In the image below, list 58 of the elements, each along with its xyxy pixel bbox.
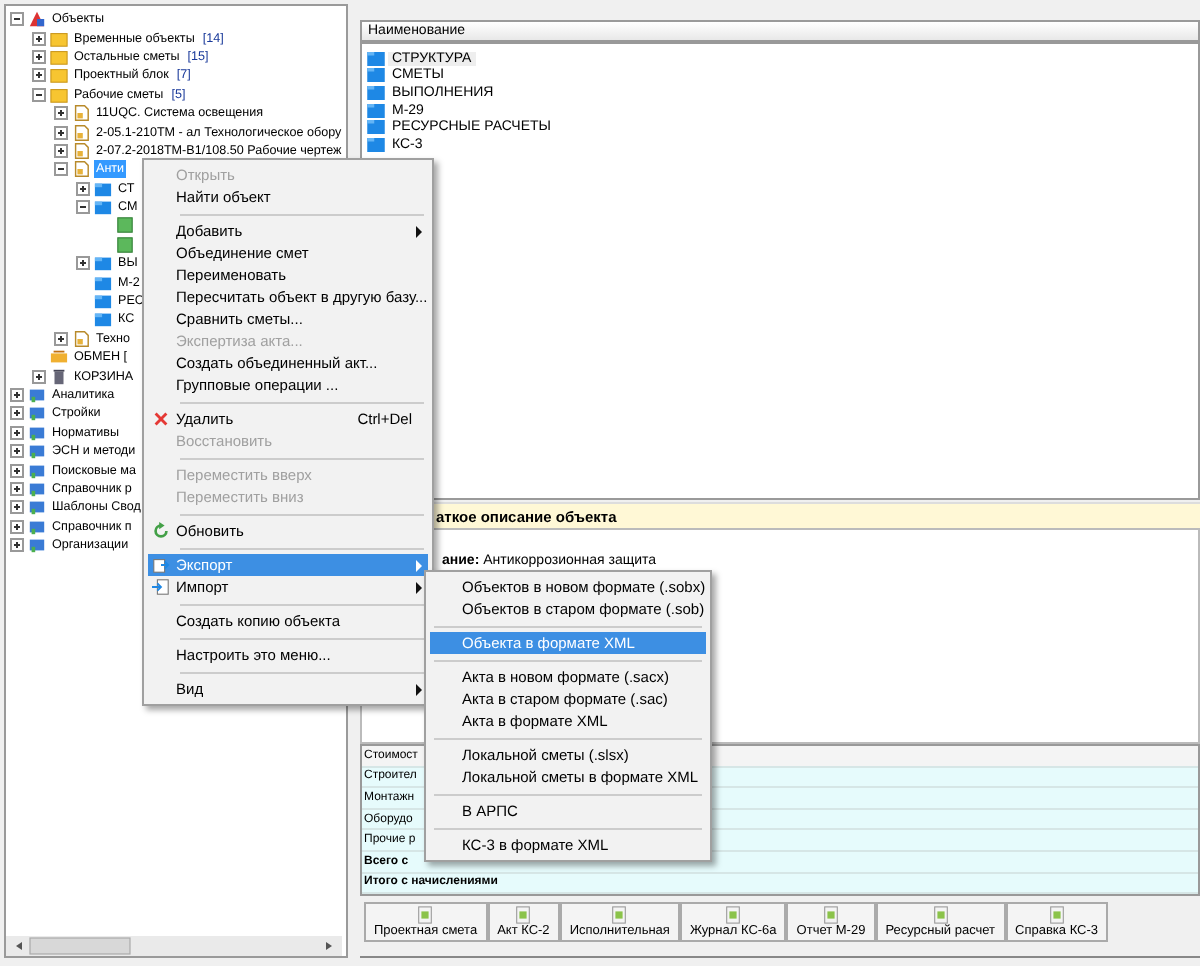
expander-icon[interactable] xyxy=(10,444,24,459)
document-icon xyxy=(72,123,90,142)
expander-icon[interactable] xyxy=(10,425,24,440)
expander-icon[interactable] xyxy=(32,369,46,384)
category-icon xyxy=(28,442,46,461)
document-icon xyxy=(610,906,629,925)
document-icon xyxy=(416,906,435,925)
expander-icon[interactable] xyxy=(76,200,90,215)
expander-icon[interactable] xyxy=(10,388,24,402)
expander-icon[interactable] xyxy=(10,463,24,478)
expander-icon[interactable] xyxy=(54,106,68,121)
close-icon xyxy=(152,410,170,428)
document-icon xyxy=(514,906,533,925)
category-icon xyxy=(28,536,46,555)
folder-icon xyxy=(94,310,112,329)
expander-icon[interactable] xyxy=(10,538,24,553)
folder-icon xyxy=(94,198,112,217)
expander-icon[interactable] xyxy=(54,162,68,177)
expander-icon[interactable] xyxy=(32,68,46,83)
expander-icon[interactable] xyxy=(54,143,68,158)
document-icon xyxy=(724,906,743,925)
expander-icon[interactable] xyxy=(10,481,24,496)
expander-icon[interactable] xyxy=(10,500,24,515)
import-icon xyxy=(152,578,170,596)
document-icon xyxy=(72,329,90,348)
folder-icon xyxy=(94,179,112,198)
expander-icon[interactable] xyxy=(54,125,68,140)
folder-icon xyxy=(94,273,112,292)
expander-icon[interactable] xyxy=(10,12,24,27)
trash-icon xyxy=(50,367,68,386)
export-icon xyxy=(152,556,170,574)
document-icon xyxy=(821,906,840,925)
document-icon xyxy=(72,141,90,160)
document-icon xyxy=(931,906,950,925)
document-icon xyxy=(72,160,90,179)
folder-icon xyxy=(94,292,112,311)
category-icon xyxy=(28,404,46,423)
expander-icon[interactable] xyxy=(76,181,90,196)
exchange-icon xyxy=(50,348,68,367)
category-icon xyxy=(28,423,46,442)
category-icon xyxy=(28,517,46,536)
folder-icon xyxy=(94,254,112,273)
category-icon xyxy=(28,386,46,404)
expander-icon[interactable] xyxy=(32,87,46,102)
expander-icon[interactable] xyxy=(10,519,24,534)
category-icon xyxy=(28,498,46,517)
document-icon xyxy=(1047,906,1066,925)
expander-icon[interactable] xyxy=(32,31,46,46)
category-icon xyxy=(28,479,46,498)
expander-icon[interactable] xyxy=(76,256,90,271)
horizontal-scrollbar[interactable] xyxy=(6,936,342,956)
category-icon xyxy=(28,461,46,480)
expander-icon[interactable] xyxy=(54,331,68,346)
expander-icon[interactable] xyxy=(32,49,46,64)
document-icon xyxy=(72,104,90,123)
refresh-icon xyxy=(152,522,170,540)
expander-icon[interactable] xyxy=(10,406,24,421)
tree-root-icon xyxy=(28,10,46,29)
